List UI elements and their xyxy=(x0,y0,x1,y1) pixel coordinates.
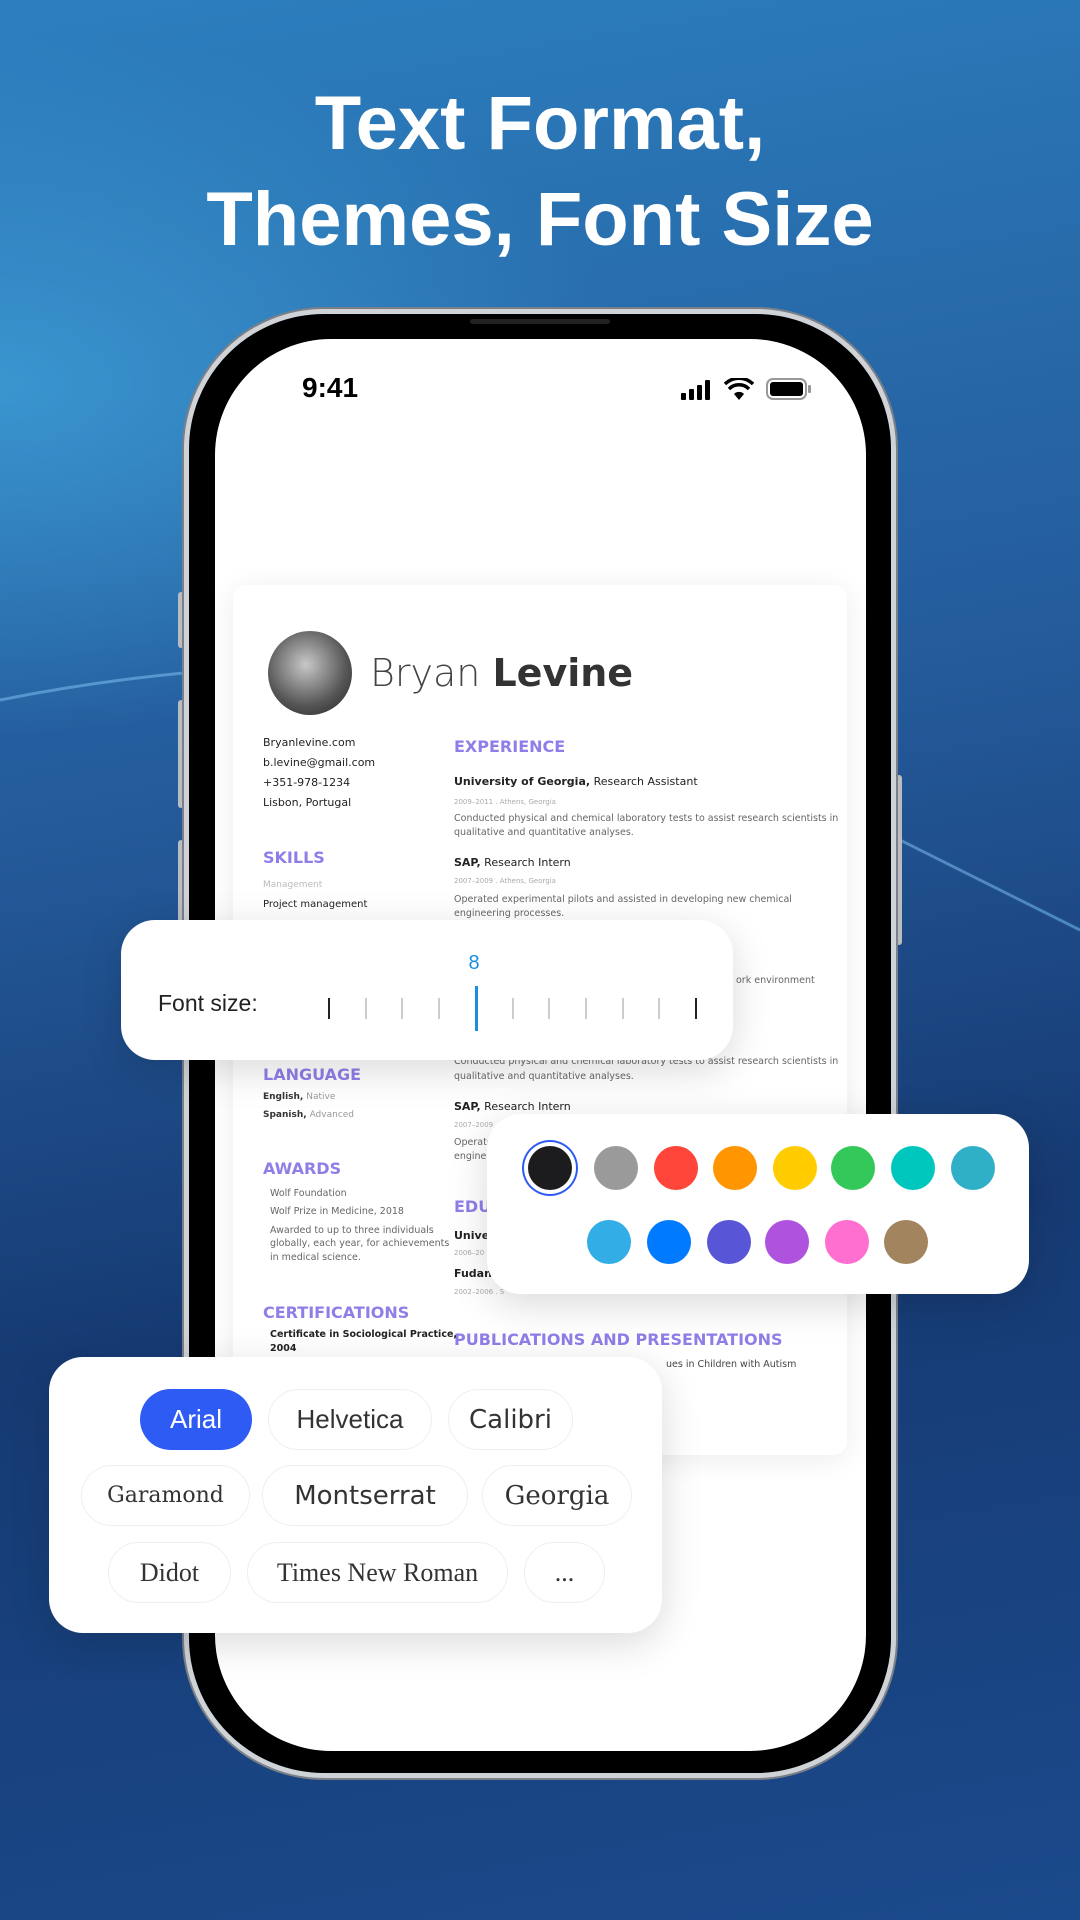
slider-tick[interactable] xyxy=(658,998,661,1019)
skill-category: Management xyxy=(263,880,323,890)
job-org: University of Georgia, xyxy=(454,775,591,788)
section-publications: PUBLICATIONS AND PRESENTATIONS xyxy=(454,1330,783,1349)
contact-location: Lisbon, Portugal xyxy=(263,796,352,809)
headline: Text Format, Themes, Font Size xyxy=(0,76,1080,268)
certification-item: 2004 xyxy=(270,1343,297,1354)
edu-org: Unive xyxy=(454,1229,490,1242)
color-swatch[interactable] xyxy=(831,1146,875,1190)
slider-tick[interactable] xyxy=(621,998,624,1019)
color-picker-panel xyxy=(487,1114,1029,1294)
slider-tick[interactable] xyxy=(695,998,697,1019)
job-org: SAP, xyxy=(454,856,481,869)
color-swatch[interactable] xyxy=(528,1146,572,1190)
language-name: English, xyxy=(263,1092,304,1102)
slider-tick[interactable] xyxy=(328,998,330,1019)
job-date: 2007–2009 . Athens, Georgia xyxy=(454,877,556,885)
section-education: EDU xyxy=(454,1197,492,1216)
slider-thumb[interactable] xyxy=(474,986,478,1031)
font-option-calibri[interactable]: Calibri xyxy=(448,1389,573,1450)
publication-item: ues in Children with Autism xyxy=(666,1359,797,1370)
contact-phone: +351-978-1234 xyxy=(263,776,351,789)
font-option-more[interactable]: ... xyxy=(524,1542,605,1603)
resume-last-name: Levine xyxy=(492,651,634,695)
font-option-arial[interactable]: Arial xyxy=(140,1389,252,1450)
headline-line1: Text Format, xyxy=(314,81,766,166)
slider-tick[interactable] xyxy=(364,998,367,1019)
font-option-helvetica[interactable]: Helvetica xyxy=(268,1389,432,1450)
color-swatch[interactable] xyxy=(951,1146,995,1190)
color-swatch[interactable] xyxy=(594,1146,638,1190)
section-awards: AWARDS xyxy=(263,1159,342,1178)
color-swatch[interactable] xyxy=(713,1146,757,1190)
job-desc: ork environment xyxy=(736,975,815,986)
section-certifications: CERTIFICATIONS xyxy=(263,1303,410,1322)
slider-tick[interactable] xyxy=(401,998,404,1019)
font-option-times-new-roman[interactable]: Times New Roman xyxy=(247,1542,508,1603)
award-item: Wolf Prize in Medicine, 2018 xyxy=(270,1206,404,1217)
job-desc: Operated experimental pilots and assiste… xyxy=(454,894,792,905)
color-swatch[interactable] xyxy=(654,1146,698,1190)
job-role: Research Assistant xyxy=(593,775,698,788)
section-experience: EXPERIENCE xyxy=(454,737,566,756)
color-swatch[interactable] xyxy=(707,1220,751,1264)
contact-website: Bryanlevine.com xyxy=(263,736,356,749)
edu-date: 2002–2006 . S xyxy=(454,1288,505,1296)
color-swatch[interactable] xyxy=(773,1146,817,1190)
job-role: Research Intern xyxy=(484,1100,571,1113)
award-item: in medical science. xyxy=(270,1252,361,1263)
edu-date: 2006–20 xyxy=(454,1249,485,1257)
color-swatch[interactable] xyxy=(891,1146,935,1190)
job-desc: engineering processes. xyxy=(454,908,565,919)
font-option-garamond[interactable]: Garamond xyxy=(81,1465,250,1526)
color-swatch[interactable] xyxy=(647,1220,691,1264)
job-role: Research Intern xyxy=(484,856,571,869)
avatar xyxy=(268,631,352,715)
slider-tick[interactable] xyxy=(548,998,551,1019)
award-item: Awarded to up to three individuals xyxy=(270,1225,434,1236)
section-language: LANGUAGE xyxy=(263,1065,362,1084)
slider-tick[interactable] xyxy=(584,998,587,1019)
job-org: SAP, xyxy=(454,1100,481,1113)
color-swatch[interactable] xyxy=(587,1220,631,1264)
resume-first-name: Bryan xyxy=(370,651,481,695)
contact-email: b.levine@gmail.com xyxy=(263,756,376,769)
edu-org: Fudan xyxy=(454,1267,492,1280)
font-option-didot[interactable]: Didot xyxy=(108,1542,231,1603)
skill-item: Project management xyxy=(263,899,368,910)
job-desc: qualitative and quantitative analyses. xyxy=(454,1071,634,1082)
color-swatch[interactable] xyxy=(825,1220,869,1264)
headline-line2: Themes, Font Size xyxy=(206,177,874,262)
color-swatch[interactable] xyxy=(884,1220,928,1264)
language-level: Advanced xyxy=(309,1110,355,1120)
job-date: 2007–2009 xyxy=(454,1121,494,1129)
language-level: Native xyxy=(306,1092,336,1102)
section-skills: SKILLS xyxy=(263,848,325,867)
font-option-georgia[interactable]: Georgia xyxy=(482,1465,632,1526)
power-button xyxy=(896,775,902,945)
language-name: Spanish, xyxy=(263,1110,307,1120)
award-item: globally, each year, for achievements xyxy=(270,1238,450,1249)
award-item: Wolf Foundation xyxy=(270,1188,347,1199)
font-option-montserrat[interactable]: Montserrat xyxy=(262,1465,468,1526)
color-swatch[interactable] xyxy=(765,1220,809,1264)
certification-item: Certificate in Sociological Practice, xyxy=(270,1329,457,1340)
job-desc: qualitative and quantitative analyses. xyxy=(454,827,634,838)
slider-tick[interactable] xyxy=(438,998,441,1019)
speaker-grille xyxy=(470,319,610,324)
font-size-value: 8 xyxy=(468,952,480,974)
battery-icon xyxy=(766,378,812,405)
font-size-label: Font size: xyxy=(158,990,258,1016)
job-date: 2009–2011 . Athens, Georgia xyxy=(454,798,556,806)
slider-tick[interactable] xyxy=(511,998,514,1019)
status-time: 9:41 xyxy=(302,372,359,403)
wifi-icon xyxy=(723,376,755,405)
job-desc: Conducted physical and chemical laborato… xyxy=(454,813,839,824)
signal-icon xyxy=(681,380,713,405)
